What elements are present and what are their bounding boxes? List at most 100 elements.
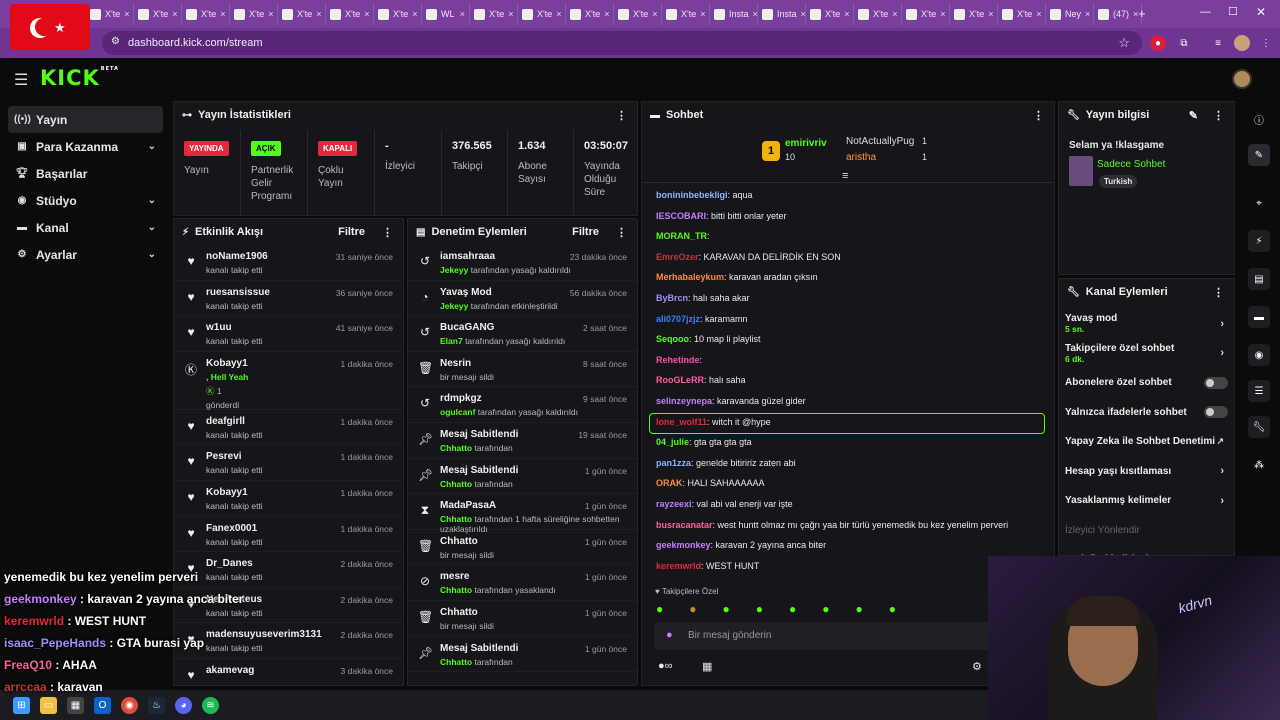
channel-action-item[interactable]: Yavaş mod 5 sn. ›	[1059, 309, 1234, 339]
chat-message[interactable]: keremwrld: WEST HUNT	[656, 561, 759, 571]
more-options-icon[interactable]: ⋮	[1213, 109, 1224, 122]
activity-row[interactable]: ♥ madensuyuseverim3131 kanalı takip etti 2 …	[174, 623, 403, 659]
chat-message[interactable]: rayzeexi: val abi val enerji var işte	[656, 499, 793, 509]
browser-tab[interactable]: X'te ×	[902, 3, 950, 25]
top-user-2[interactable]: NotActuallyPug	[846, 136, 914, 147]
channel-action-item[interactable]: Yasaklanmış kelimeler ›	[1059, 486, 1234, 516]
chat-message[interactable]: ali0707jzjz: karamamn	[656, 314, 748, 324]
emote-icon[interactable]: ●	[656, 602, 663, 616]
moderation-row[interactable]: ⧗ MadaPasaA Chhatto tarafından 1 hafta sür…	[408, 494, 637, 534]
chat-message[interactable]: ByBrcn: halı saha akar	[656, 293, 750, 303]
chat-username[interactable]: keremwrld	[656, 561, 701, 571]
wrench-icon[interactable]: 🔧︎	[1248, 416, 1270, 438]
browser-tab[interactable]: Ney ×	[1046, 3, 1094, 25]
filter-button[interactable]: Filtre	[338, 226, 365, 238]
moderator-name[interactable]: Chhatto	[440, 514, 472, 524]
browser-tab[interactable]: X'te ×	[998, 3, 1046, 25]
more-options-icon[interactable]: ⋮	[1033, 109, 1044, 122]
tab-close-icon[interactable]: ×	[892, 9, 897, 19]
chat-username[interactable]: IESCOBARI	[656, 211, 706, 221]
user-avatar[interactable]	[1232, 69, 1252, 89]
tab-close-icon[interactable]: ×	[753, 9, 757, 19]
category-name[interactable]: Sadece Sohbet	[1097, 159, 1165, 170]
channel-action-item[interactable]: İzleyici Yönlendir	[1059, 516, 1234, 546]
moderator-name[interactable]: Jekeyy	[440, 301, 468, 311]
address-bar[interactable]: ⚙ dashboard.kick.com/stream ☆	[102, 31, 1142, 55]
moderator-name[interactable]: Elan7	[440, 336, 463, 346]
sidebar-item-basarilar[interactable]: 🏆︎ Başarılar	[0, 160, 172, 187]
tab-close-icon[interactable]: ×	[460, 9, 465, 19]
chat-message[interactable]: EmreOzer: KARAVAN DA DELİRDİK EN SON	[656, 252, 841, 262]
channel-action-item[interactable]: Yalnızca ifadelerle sohbet	[1059, 398, 1234, 428]
activity-row[interactable]: ♥ ruesansissue kanalı takip etti 36 saniye …	[174, 281, 403, 317]
browser-tab[interactable]: X'te ×	[662, 3, 710, 25]
outlook-icon[interactable]: O	[94, 696, 111, 714]
chat-message[interactable]: lone_wolf11: witch it @hype	[656, 417, 771, 427]
moderation-row[interactable]: ↺ rdmpkgz ogulcanf tarafından yasağı kaldı…	[408, 387, 637, 423]
moderation-row[interactable]: 🗑︎ Chhatto bir mesajı sildi 1 gün önce	[408, 530, 637, 566]
moderator-name[interactable]: ogulcanf	[440, 407, 475, 417]
activity-row[interactable]: ♥ noName1906 kanalı takip etti 31 saniye ön…	[174, 245, 403, 281]
sidebar-item-kanal[interactable]: ▬ Kanal ⌄	[0, 214, 172, 241]
target-icon[interactable]: ⌖	[1248, 192, 1270, 214]
emote-icon[interactable]: ●	[723, 602, 730, 616]
steam-icon[interactable]: ♨	[148, 696, 165, 714]
tab-close-icon[interactable]: ×	[604, 9, 609, 19]
browser-tab[interactable]: (47) ×	[1094, 3, 1142, 25]
lightning-icon[interactable]: ⚡︎	[1248, 230, 1270, 252]
chat-username[interactable]: 04_julie	[656, 437, 689, 447]
media-control-icon[interactable]: ≡	[1210, 35, 1226, 51]
tab-close-icon[interactable]: ×	[988, 9, 993, 19]
tab-close-icon[interactable]: ×	[412, 9, 417, 19]
moderation-row[interactable]: 📌︎ Mesaj Sabitlendi Chhatto tarafından 19 s…	[408, 423, 637, 459]
chat-username[interactable]: ByBrcn	[656, 293, 688, 303]
emote-icon[interactable]: ●	[689, 602, 696, 616]
chat-username[interactable]: RooGLeRR	[656, 375, 704, 385]
chat-message[interactable]: Seqooo: 10 map li playlist	[656, 334, 761, 344]
chat-username[interactable]: ali0707jzjz	[656, 314, 700, 324]
tab-close-icon[interactable]: ×	[556, 9, 561, 19]
window-close-icon[interactable]: ✕	[1256, 5, 1266, 19]
chat-message[interactable]: pan1zza: genelde bitiririz zaten abi	[656, 458, 796, 468]
moderation-row[interactable]: 🗑︎ Nesrin bir mesajı sildi 8 saat önce	[408, 352, 637, 388]
moderation-row[interactable]: 📌︎ Mesaj Sabitlendi Chhatto tarafından 1 gü…	[408, 637, 637, 673]
moderation-row[interactable]: ◔ Yavaş Mod Jekeyy tarafından etkinleştiri…	[408, 281, 637, 317]
more-options-icon[interactable]: ⋮	[1213, 286, 1224, 299]
tab-close-icon[interactable]: ×	[652, 9, 657, 19]
tab-close-icon[interactable]: ×	[364, 9, 369, 19]
browser-tab[interactable]: X'te ×	[470, 3, 518, 25]
channel-action-item[interactable]: Hedefleri belirleyin›	[1059, 545, 1234, 555]
chat-username[interactable]: ORAK	[656, 478, 683, 488]
chat-username[interactable]: bonininbebekligi	[656, 190, 728, 200]
browser-tab[interactable]: X'te ×	[230, 3, 278, 25]
browser-tab[interactable]: X'te ×	[806, 3, 854, 25]
sidebar-item-studyo[interactable]: ◉ Stüdyo ⌄	[0, 187, 172, 214]
window-maximize-icon[interactable]: ☐	[1228, 5, 1238, 18]
chat-username[interactable]: geekmonkey	[656, 540, 711, 550]
activity-row[interactable]: ♥ Fanex0001 kanalı takip etti 1 dakika önce	[174, 517, 403, 553]
channel-action-item[interactable]: Hesap yaşı kısıtlaması ›	[1059, 457, 1234, 487]
activity-row[interactable]: ♥ Pesrevi kanalı takip etti 1 dakika önce	[174, 445, 403, 481]
moderator-name[interactable]: Jekeyy	[440, 265, 468, 275]
kick-logo[interactable]: KICKBETA	[40, 66, 119, 90]
chat-message[interactable]: Merhabaleykum: karavan aradan çıksın	[656, 272, 818, 282]
activity-row[interactable]: ♥ Kobayy1 kanalı takip etti 1 dakika önce	[174, 481, 403, 517]
emote-icon[interactable]: ●	[889, 602, 896, 616]
emote-icon[interactable]: ●	[856, 602, 863, 616]
browser-tab[interactable]: X'te ×	[854, 3, 902, 25]
browser-tab[interactable]: X'te ×	[518, 3, 566, 25]
chat-username[interactable]: MORAN_TR	[656, 231, 707, 241]
moderation-row[interactable]: ↺ iamsahraaa Jekeyy tarafından yasağı kald…	[408, 245, 637, 281]
filter-button[interactable]: Filtre	[572, 226, 599, 238]
browser-tab[interactable]: X'te ×	[86, 3, 134, 25]
tab-close-icon[interactable]: ×	[801, 9, 805, 19]
tab-close-icon[interactable]: ×	[268, 9, 273, 19]
edit-icon[interactable]: ✎	[1248, 144, 1270, 166]
document-icon[interactable]: ▤	[1248, 268, 1270, 290]
tab-close-icon[interactable]: ×	[1085, 9, 1090, 19]
file-explorer-icon[interactable]: ▭	[40, 696, 57, 714]
chat-message[interactable]: selinzeynepa: karavanda güzel gider	[656, 396, 806, 406]
browser-tab[interactable]: X'te ×	[278, 3, 326, 25]
emote-icon[interactable]: ●	[822, 602, 829, 616]
channel-action-item[interactable]: Abonelere özel sohbet	[1059, 368, 1234, 398]
